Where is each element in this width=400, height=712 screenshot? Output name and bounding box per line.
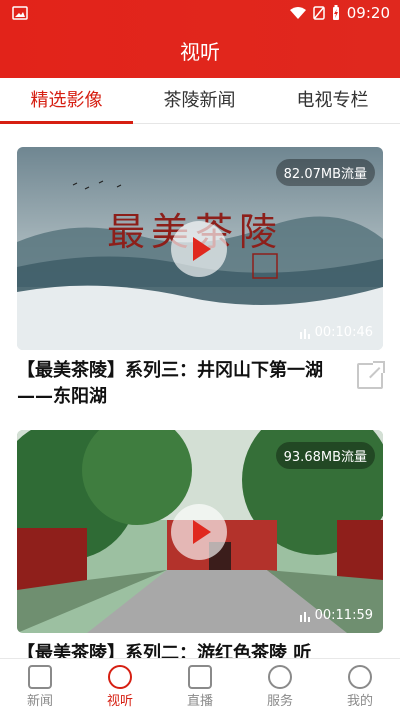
nav-label: 我的 (346, 694, 373, 709)
duration-text: 00:10:46 (314, 325, 373, 340)
video-list: 最美茶陵 82.07MB流量 00:10:46 【最美茶陵】系列三：井冈山下第一… (0, 124, 400, 658)
tab-featured[interactable]: 精选影像 (0, 78, 133, 124)
nav-label: 视听 (106, 694, 133, 709)
video-thumbnail[interactable]: 93.68MB流量 00:11:59 (17, 430, 383, 633)
status-icons: 09:20 (289, 4, 390, 22)
video-title[interactable]: 【最美茶陵】系列二：游红色茶陵 听 (17, 641, 347, 658)
bottom-navigation: 新闻 视听 直播 服务 我的 (0, 658, 400, 712)
duration-label: 00:11:59 (299, 608, 373, 623)
duration-label: 00:10:46 (299, 325, 373, 340)
video-thumbnail[interactable]: 最美茶陵 82.07MB流量 00:10:46 (17, 147, 383, 350)
duration-text: 00:11:59 (314, 608, 373, 623)
clock: 09:20 (346, 4, 390, 22)
nav-label: 直播 (186, 694, 213, 709)
nav-label: 新闻 (26, 694, 53, 709)
equalizer-icon (299, 611, 310, 622)
nav-services[interactable]: 服务 (240, 659, 320, 712)
share-icon[interactable] (357, 361, 385, 389)
play-icon[interactable] (171, 221, 227, 277)
category-tabs: 精选影像 茶陵新闻 电视专栏 (0, 78, 400, 124)
services-icon (268, 665, 292, 689)
wifi-icon (289, 7, 306, 19)
profile-icon (348, 665, 372, 689)
video-card[interactable]: 最美茶陵 82.07MB流量 00:10:46 【最美茶陵】系列三：井冈山下第一… (17, 147, 385, 410)
nav-video[interactable]: 视听 (80, 659, 160, 712)
live-icon (188, 665, 212, 689)
status-bar: 09:20 (0, 0, 400, 26)
video-icon (108, 665, 132, 689)
video-title[interactable]: 【最美茶陵】系列三：井冈山下第一湖——东阳湖 (17, 358, 347, 410)
page-title: 视听 (180, 40, 220, 64)
nav-news[interactable]: 新闻 (0, 659, 80, 712)
play-icon[interactable] (171, 504, 227, 560)
app-header: 09:20 视听 (0, 0, 400, 78)
nav-label: 服务 (266, 694, 293, 709)
equalizer-icon (299, 328, 310, 339)
image-icon (12, 6, 28, 20)
data-size-badge: 82.07MB流量 (275, 159, 375, 186)
nav-profile[interactable]: 我的 (320, 659, 400, 712)
news-icon (28, 665, 52, 689)
nav-live[interactable]: 直播 (160, 659, 240, 712)
video-card[interactable]: 93.68MB流量 00:11:59 【最美茶陵】系列二：游红色茶陵 听 (17, 430, 383, 658)
data-size-badge: 93.68MB流量 (275, 442, 375, 469)
no-sim-icon (313, 6, 325, 20)
tab-news[interactable]: 茶陵新闻 (133, 78, 266, 123)
tab-tv-column[interactable]: 电视专栏 (266, 78, 399, 123)
battery-icon (332, 5, 339, 20)
